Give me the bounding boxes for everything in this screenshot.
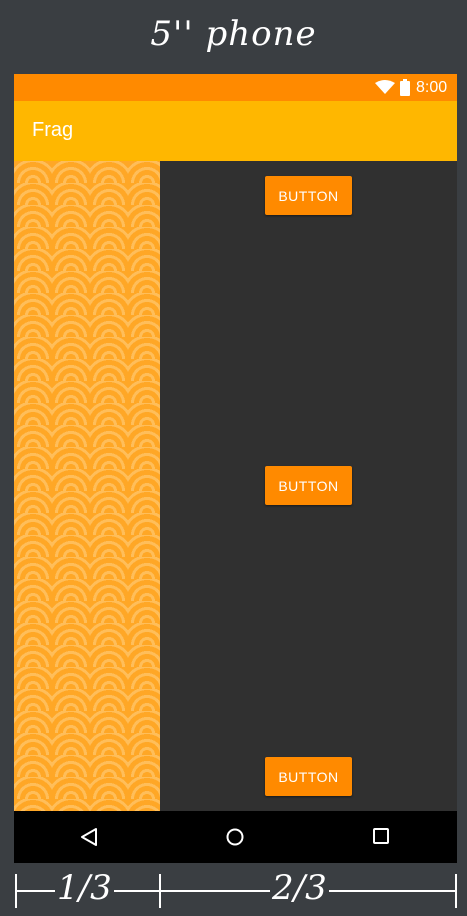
battery-icon bbox=[400, 79, 410, 96]
home-icon[interactable] bbox=[226, 828, 244, 846]
left-fragment-pattern bbox=[14, 161, 160, 811]
navigation-bar bbox=[14, 811, 457, 863]
back-icon[interactable] bbox=[80, 828, 98, 846]
ruler-label-right: 2/3 bbox=[270, 868, 329, 908]
status-bar: 8:00 bbox=[14, 74, 457, 101]
right-fragment: BUTTON BUTTON BUTTON bbox=[160, 161, 457, 811]
recent-apps-icon[interactable] bbox=[373, 828, 389, 844]
status-clock: 8:00 bbox=[416, 79, 448, 96]
width-ratio-ruler: 1/3 2/3 bbox=[0, 862, 467, 916]
wifi-icon bbox=[375, 80, 395, 94]
app-bar: Frag bbox=[14, 101, 457, 161]
app-title: Frag bbox=[32, 119, 74, 141]
ruler-label-left: 1/3 bbox=[55, 868, 114, 908]
bottom-button[interactable]: BUTTON bbox=[265, 757, 352, 796]
top-button[interactable]: BUTTON bbox=[265, 176, 352, 215]
frame-title: 5'' phone bbox=[150, 14, 317, 54]
phone-screen: 8:00 Frag BUTTON BUTTON BUTTON bbox=[14, 74, 457, 863]
middle-button[interactable]: BUTTON bbox=[265, 466, 352, 505]
